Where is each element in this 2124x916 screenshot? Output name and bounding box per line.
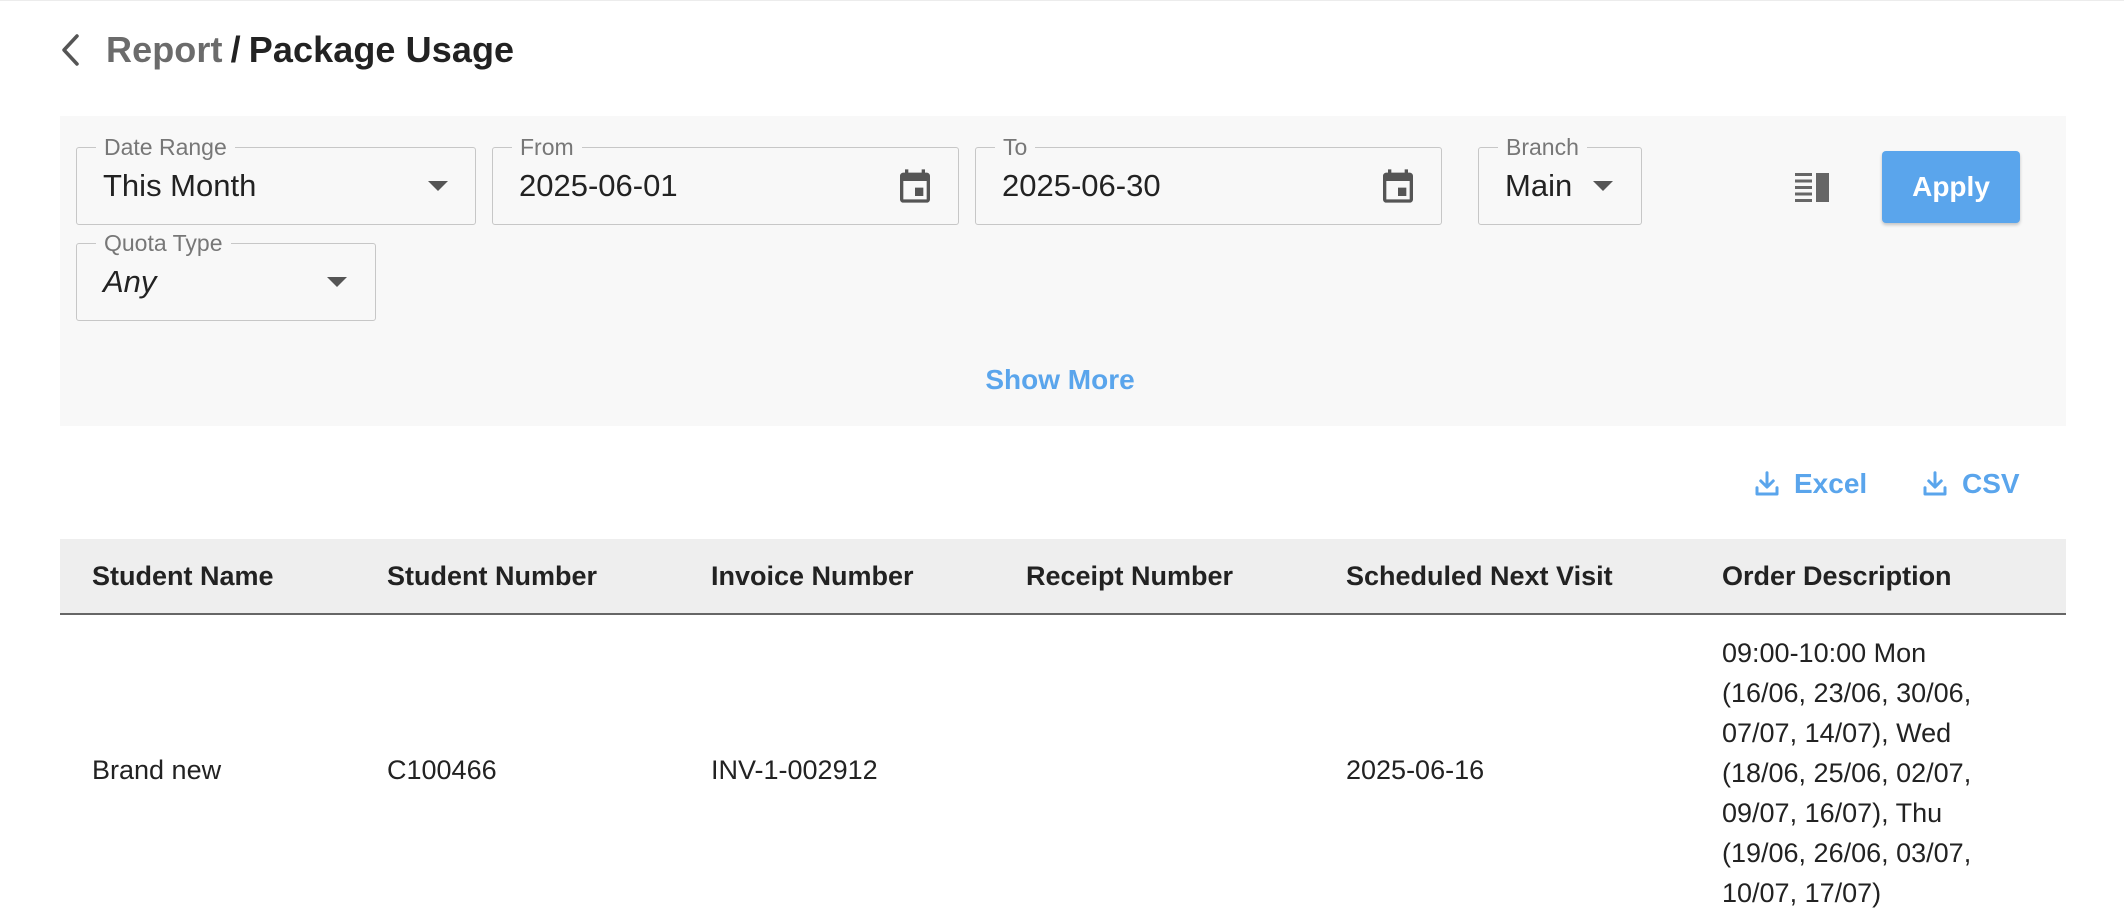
show-more-link[interactable]: Show More bbox=[960, 364, 1160, 396]
column-header-order-description[interactable]: Order Description bbox=[1722, 539, 1952, 613]
chevron-left-icon bbox=[62, 34, 79, 66]
caret-down-icon bbox=[327, 277, 347, 287]
quota-type-select[interactable]: Quota Type Any bbox=[76, 229, 376, 321]
caret-down-icon bbox=[1593, 181, 1613, 191]
caret-down-icon bbox=[428, 181, 448, 191]
back-button[interactable] bbox=[52, 22, 88, 78]
apply-button[interactable]: Apply bbox=[1882, 151, 2020, 223]
column-header-scheduled-next-visit[interactable]: Scheduled Next Visit bbox=[1346, 539, 1613, 613]
cell-student-name: Brand new bbox=[92, 755, 222, 785]
breadcrumb-separator: / bbox=[230, 29, 241, 70]
from-date-value: 2025-06-01 bbox=[519, 168, 678, 203]
from-date-field[interactable]: From 2025-06-01 bbox=[492, 133, 959, 225]
export-csv-label: CSV bbox=[1962, 468, 2020, 499]
cell-invoice-number: INV-1-002912 bbox=[711, 755, 878, 785]
cell-scheduled-next-visit: 2025-06-16 bbox=[1346, 755, 1485, 785]
branch-value: Main bbox=[1505, 168, 1573, 203]
page-title: Package Usage bbox=[248, 29, 515, 70]
export-excel-button[interactable]: Excel bbox=[1752, 462, 1867, 506]
top-divider bbox=[0, 0, 2124, 1]
cell-student-number: C100466 bbox=[387, 755, 497, 785]
calendar-icon[interactable] bbox=[895, 166, 935, 206]
table-header: Student Name Student Number Invoice Numb… bbox=[60, 539, 2066, 615]
export-csv-button[interactable]: CSV bbox=[1920, 462, 2020, 506]
download-icon bbox=[1923, 471, 1947, 496]
date-range-value: This Month bbox=[103, 168, 257, 203]
view-columns-icon[interactable] bbox=[1792, 166, 1832, 206]
branch-select[interactable]: Branch Main bbox=[1478, 133, 1642, 225]
column-header-invoice-number[interactable]: Invoice Number bbox=[711, 539, 914, 613]
cell-order-description: 09:00-10:00 Mon (16/06, 23/06, 30/06, 07… bbox=[1722, 638, 1972, 908]
column-header-student-number[interactable]: Student Number bbox=[387, 539, 597, 613]
calendar-icon[interactable] bbox=[1378, 166, 1418, 206]
to-date-field[interactable]: To 2025-06-30 bbox=[975, 133, 1442, 225]
breadcrumb: Report / Package Usage bbox=[106, 29, 514, 71]
download-icon bbox=[1755, 471, 1779, 496]
breadcrumb-parent-link[interactable]: Report bbox=[106, 29, 223, 70]
date-range-select[interactable]: Date Range This Month bbox=[76, 133, 476, 225]
column-header-student-name[interactable]: Student Name bbox=[92, 539, 274, 613]
table-row[interactable]: Brand new C100466 INV-1-002912 2025-06-1… bbox=[60, 615, 2066, 916]
to-date-value: 2025-06-30 bbox=[1002, 168, 1161, 203]
column-header-receipt-number[interactable]: Receipt Number bbox=[1026, 539, 1233, 613]
quota-type-value: Any bbox=[103, 264, 157, 299]
page-header: Report / Package Usage bbox=[52, 22, 514, 78]
export-excel-label: Excel bbox=[1794, 468, 1868, 499]
